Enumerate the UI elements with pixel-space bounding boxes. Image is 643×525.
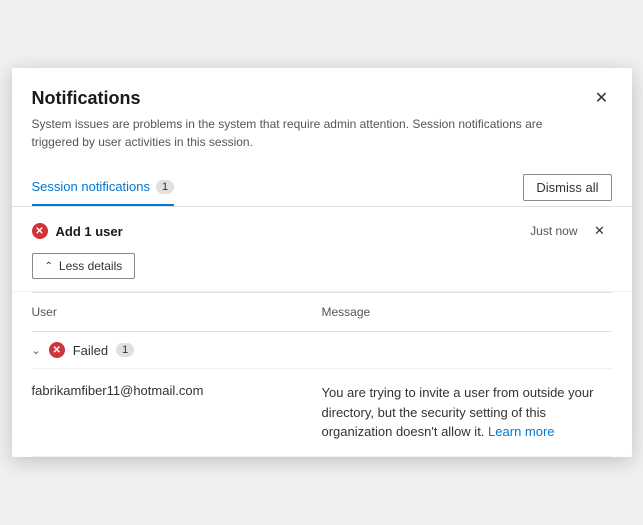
notifications-modal: Notifications System issues are problems… xyxy=(12,68,632,457)
close-icon: ✕ xyxy=(595,88,608,108)
tabs-container: Session notifications 1 xyxy=(32,169,191,206)
failed-label: Failed xyxy=(73,343,108,358)
modal-overlay: Notifications System issues are problems… xyxy=(0,0,643,525)
table-row: fabrikamfiber11@hotmail.com You are tryi… xyxy=(32,369,612,457)
notification-item: ✕ Add 1 user Just now ✕ ⌃ Less details xyxy=(12,207,632,292)
chevron-down-icon[interactable]: ⌄ xyxy=(32,344,41,357)
notification-row: ✕ Add 1 user Just now ✕ xyxy=(32,219,612,243)
col-message-header: Message xyxy=(322,301,612,323)
tab-badge: 1 xyxy=(156,180,174,194)
failed-count-badge: 1 xyxy=(116,343,134,357)
less-details-label: Less details xyxy=(59,259,122,273)
user-cell: fabrikamfiber11@hotmail.com xyxy=(32,383,322,442)
modal-title: Notifications xyxy=(32,88,612,109)
message-cell: You are trying to invite a user from out… xyxy=(322,383,612,442)
error-x-icon: ✕ xyxy=(35,226,43,237)
failed-row: ⌄ ✕ Failed 1 xyxy=(32,332,612,369)
notification-right: Just now ✕ xyxy=(530,219,611,243)
tab-label: Session notifications xyxy=(32,179,151,194)
notification-dismiss-button[interactable]: ✕ xyxy=(588,219,612,243)
notification-title: Add 1 user xyxy=(56,224,123,239)
details-table: User Message ⌄ ✕ Failed 1 fabrikamfiber1… xyxy=(32,292,612,457)
notification-timestamp: Just now xyxy=(530,224,577,238)
less-details-button[interactable]: ⌃ Less details xyxy=(32,253,136,279)
modal-subtitle: System issues are problems in the system… xyxy=(32,115,552,151)
dismiss-close-icon: ✕ xyxy=(594,223,605,239)
dismiss-all-button[interactable]: Dismiss all xyxy=(523,174,611,201)
learn-more-link[interactable]: Learn more xyxy=(488,424,554,439)
col-user-header: User xyxy=(32,301,322,323)
tab-session-notifications[interactable]: Session notifications 1 xyxy=(32,169,175,206)
table-header-row: User Message xyxy=(32,293,612,332)
error-icon: ✕ xyxy=(32,223,48,239)
modal-close-button[interactable]: ✕ xyxy=(588,84,616,112)
failed-x-icon: ✕ xyxy=(53,345,61,356)
modal-header: Notifications System issues are problems… xyxy=(12,68,632,161)
notification-left: ✕ Add 1 user xyxy=(32,223,123,239)
tabs-area: Session notifications 1 Dismiss all xyxy=(12,169,632,207)
failed-error-icon: ✕ xyxy=(49,342,65,358)
chevron-up-icon: ⌃ xyxy=(45,261,53,272)
